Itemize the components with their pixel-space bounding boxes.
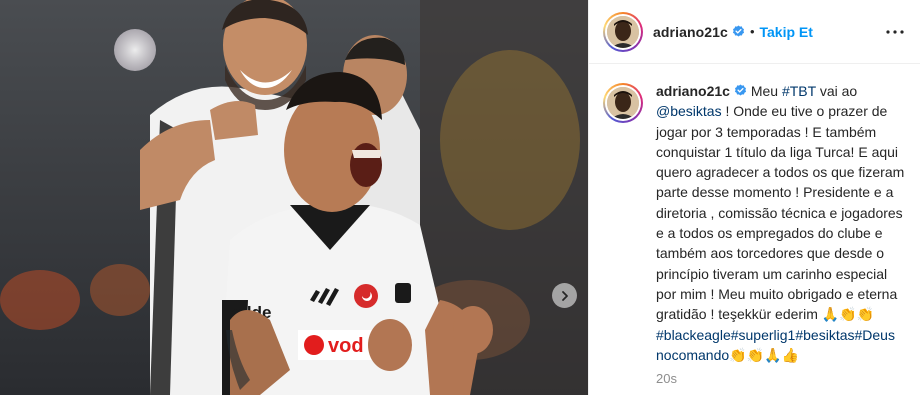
hashtag-link[interactable]: #superlig1: [731, 327, 796, 343]
caption-body: Meu #TBT vai ao @besiktas ! Onde eu tive…: [656, 83, 908, 363]
post-header: adriano21c • Takip Et: [589, 0, 920, 64]
avatar[interactable]: [603, 11, 643, 52]
caption-text: adriano21c Meu #TBT vai ao @besiktas ! O…: [656, 81, 906, 365]
caption-text-segment: vai ao: [815, 83, 862, 99]
next-photo-button[interactable]: [552, 283, 577, 308]
post-timestamp[interactable]: 20s: [656, 371, 920, 386]
avatar-image: [607, 15, 639, 48]
instagram-post: vod kalde: [0, 0, 920, 395]
caption-avatar[interactable]: [603, 83, 643, 123]
hashtag-link[interactable]: #TBT: [782, 83, 816, 99]
ellipsis-icon: [886, 30, 904, 34]
caption-text-segment: Meu: [750, 83, 782, 99]
caption-text-segment: ! Onde eu tive o prazer de jogar por 3 t…: [656, 103, 909, 323]
verified-badge-icon: [732, 25, 745, 37]
more-options-button[interactable]: [884, 22, 906, 42]
caption-username[interactable]: adriano21c: [656, 83, 730, 99]
football-celebration-photo: vod kalde: [0, 0, 588, 395]
author-username[interactable]: adriano21c: [653, 24, 728, 40]
chevron-right-icon: [561, 290, 568, 301]
caption-comment: adriano21c Meu #TBT vai ao @besiktas ! O…: [589, 64, 920, 365]
verified-badge-icon: [734, 84, 747, 96]
post-side-panel: adriano21c • Takip Et adriano21c Meu #TB…: [588, 0, 920, 395]
hashtag-link[interactable]: #blackeagle: [656, 327, 731, 343]
jersey-sponsor-text: vod: [328, 335, 364, 357]
avatar-image: [607, 87, 639, 119]
separator-dot: •: [749, 24, 755, 39]
hashtag-link[interactable]: @besiktas: [656, 103, 722, 119]
hashtag-link[interactable]: #besiktas: [795, 327, 854, 343]
post-photo[interactable]: vod kalde: [0, 0, 588, 395]
follow-button[interactable]: Takip Et: [760, 24, 813, 40]
caption-text-segment: 👏👏🙏👍: [729, 346, 799, 363]
